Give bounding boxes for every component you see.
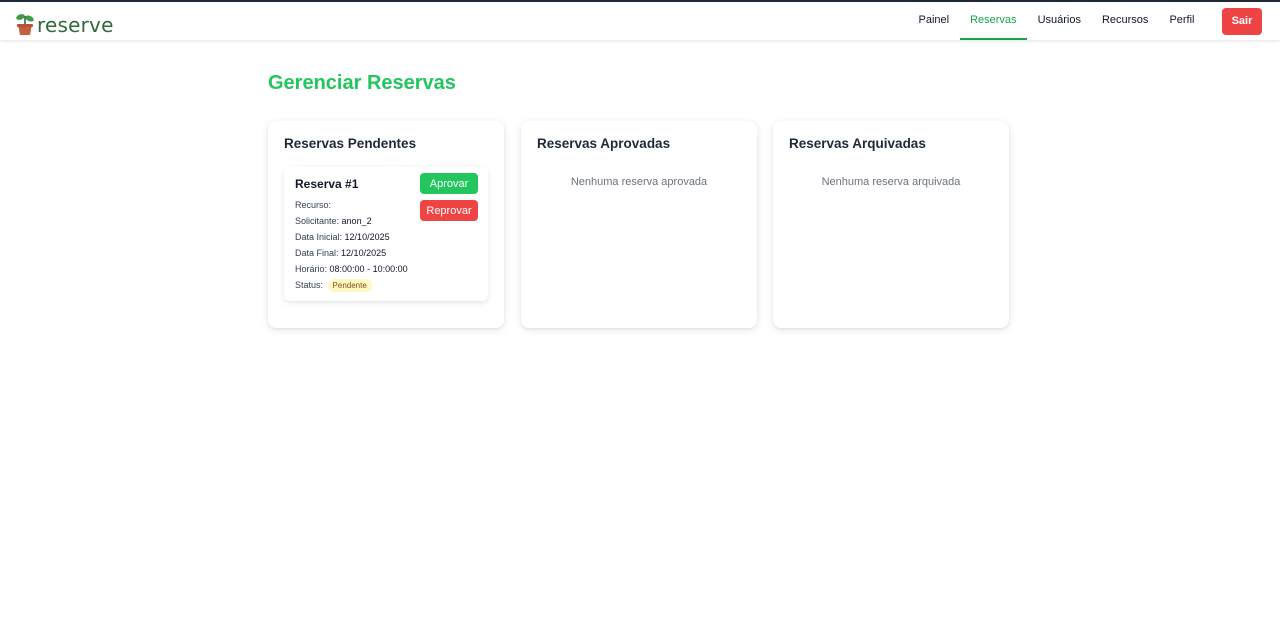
approved-empty-message: Nenhuma reserva aprovada xyxy=(570,176,708,188)
start-date-label: Data Inicial: xyxy=(295,232,343,242)
archived-reservations-card: Reservas Arquivadas Nenhuma reserva arqu… xyxy=(773,121,1009,328)
app-logo-text: reserve xyxy=(37,13,114,37)
nav-item-perfil[interactable]: Perfil xyxy=(1159,2,1205,40)
end-date-label: Data Final: xyxy=(295,248,339,258)
archived-card-title: Reservas Arquivadas xyxy=(789,136,926,151)
app-logo[interactable]: reserve xyxy=(14,6,114,36)
end-date-value: 12/10/2025 xyxy=(341,248,387,258)
nav-item-reservas[interactable]: Reservas xyxy=(959,2,1028,40)
main-nav: Painel Reservas Usuários Recursos Perfil… xyxy=(908,2,1262,40)
approved-reservations-card: Reservas Aprovadas Nenhuma reserva aprov… xyxy=(521,121,757,328)
resource-field: Recurso: xyxy=(295,200,331,210)
nav-item-recursos[interactable]: Recursos xyxy=(1091,2,1158,40)
reservation-item: Reserva #1 Aprovar Reprovar Recurso: Sol… xyxy=(284,167,488,301)
status-label: Status: xyxy=(295,279,324,290)
time-field: Horário: 08:00:00 - 10:00:00 xyxy=(295,264,408,274)
plant-pot-icon xyxy=(16,14,34,35)
reservation-title: Reserva #1 xyxy=(295,177,359,191)
requester-field: Solicitante: anon_2 xyxy=(295,216,372,226)
requester-value: anon_2 xyxy=(341,216,372,226)
start-date-field: Data Inicial: 12/10/2025 xyxy=(295,232,390,242)
top-navbar: reserve Painel Reservas Usuários Recurso… xyxy=(0,0,1280,40)
status-field: Status: Pendente xyxy=(295,279,372,292)
page-title: Gerenciar Reservas xyxy=(268,72,456,94)
approved-card-title: Reservas Aprovadas xyxy=(537,136,671,151)
end-date-field: Data Final: 12/10/2025 xyxy=(295,248,386,258)
nav-item-painel[interactable]: Painel xyxy=(908,2,960,40)
status-badge: Pendente xyxy=(327,279,372,292)
reject-button[interactable]: Reprovar xyxy=(420,200,478,221)
time-value: 08:00:00 - 10:00:00 xyxy=(329,264,408,274)
pending-reservations-card: Reservas Pendentes Reserva #1 Aprovar Re… xyxy=(268,121,504,328)
approve-button[interactable]: Aprovar xyxy=(420,173,478,194)
logout-button[interactable]: Sair xyxy=(1222,7,1262,35)
resource-label: Recurso: xyxy=(295,200,332,210)
archived-empty-message: Nenhuma reserva arquivada xyxy=(821,176,961,188)
nav-item-usuarios[interactable]: Usuários xyxy=(1027,2,1091,40)
pending-card-title: Reservas Pendentes xyxy=(284,136,417,151)
start-date-value: 12/10/2025 xyxy=(344,232,390,242)
time-label: Horário: xyxy=(295,264,328,274)
requester-label: Solicitante: xyxy=(295,216,340,226)
